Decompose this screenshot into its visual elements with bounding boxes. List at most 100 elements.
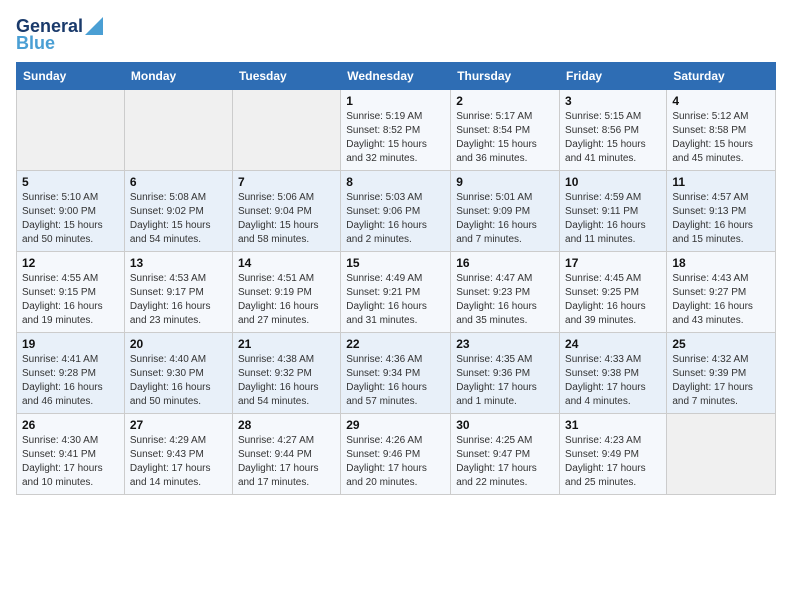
day-number: 4 <box>672 94 770 108</box>
day-cell: 29Sunrise: 4:26 AM Sunset: 9:46 PM Dayli… <box>341 414 451 495</box>
day-cell: 22Sunrise: 4:36 AM Sunset: 9:34 PM Dayli… <box>341 333 451 414</box>
day-cell: 7 Sunrise: 5:06 AM Sunset: 9:04 PM Daylig… <box>232 171 340 252</box>
calendar-table: SundayMondayTuesdayWednesdayThursdayFrid… <box>16 62 776 495</box>
day-cell: 4 Sunrise: 5:12 AM Sunset: 8:58 PM Daylig… <box>667 90 776 171</box>
day-cell: 12Sunrise: 4:55 AM Sunset: 9:15 PM Dayli… <box>17 252 125 333</box>
day-info: Sunrise: 4:30 AM Sunset: 9:41 PM Dayligh… <box>22 434 119 490</box>
day-number: 14 <box>238 256 335 270</box>
day-number: 30 <box>456 418 554 432</box>
day-number: 11 <box>672 175 770 189</box>
day-number: 13 <box>130 256 227 270</box>
day-cell: 15 Sunrise: 4:49 AM Sunset: 9:21 PM Dayli… <box>341 252 451 333</box>
day-number: 24 <box>565 337 661 351</box>
day-number: 10 <box>565 175 661 189</box>
day-number: 7 <box>238 175 335 189</box>
day-info: Sunrise: 4:33 AM Sunset: 9:38 PM Dayligh… <box>565 353 661 409</box>
day-number: 22 <box>346 337 445 351</box>
day-number: 6 <box>130 175 227 189</box>
day-cell: 1Sunrise: 5:19 AM Sunset: 8:52 PM Daylig… <box>341 90 451 171</box>
day-info: Sunrise: 4:55 AM Sunset: 9:15 PM Dayligh… <box>22 272 119 328</box>
header-cell-tuesday: Tuesday <box>232 63 340 90</box>
day-number: 25 <box>672 337 770 351</box>
calendar-header: SundayMondayTuesdayWednesdayThursdayFrid… <box>17 63 776 90</box>
day-number: 5 <box>22 175 119 189</box>
week-row-3: 12Sunrise: 4:55 AM Sunset: 9:15 PM Dayli… <box>17 252 776 333</box>
day-cell <box>124 90 232 171</box>
day-number: 3 <box>565 94 661 108</box>
header-cell-thursday: Thursday <box>451 63 560 90</box>
day-cell: 25 Sunrise: 4:32 AM Sunset: 9:39 PM Dayli… <box>667 333 776 414</box>
day-number: 19 <box>22 337 119 351</box>
day-cell <box>232 90 340 171</box>
day-info: Sunrise: 4:57 AM Sunset: 9:13 PM Dayligh… <box>672 191 770 247</box>
day-number: 26 <box>22 418 119 432</box>
day-cell: 28Sunrise: 4:27 AM Sunset: 9:44 PM Dayli… <box>232 414 340 495</box>
day-cell: 2 Sunrise: 5:17 AM Sunset: 8:54 PM Daylig… <box>451 90 560 171</box>
day-info: Sunrise: 5:01 AM Sunset: 9:09 PM Dayligh… <box>456 191 554 247</box>
day-info: Sunrise: 5:19 AM Sunset: 8:52 PM Dayligh… <box>346 110 445 166</box>
day-number: 28 <box>238 418 335 432</box>
day-info: Sunrise: 4:32 AM Sunset: 9:39 PM Dayligh… <box>672 353 770 409</box>
header-row: SundayMondayTuesdayWednesdayThursdayFrid… <box>17 63 776 90</box>
day-cell: 6 Sunrise: 5:08 AM Sunset: 9:02 PM Daylig… <box>124 171 232 252</box>
day-cell: 14 Sunrise: 4:51 AM Sunset: 9:19 PM Dayli… <box>232 252 340 333</box>
day-info: Sunrise: 5:08 AM Sunset: 9:02 PM Dayligh… <box>130 191 227 247</box>
header-cell-friday: Friday <box>560 63 667 90</box>
day-info: Sunrise: 5:15 AM Sunset: 8:56 PM Dayligh… <box>565 110 661 166</box>
logo-triangle-icon <box>85 17 103 35</box>
day-info: Sunrise: 4:51 AM Sunset: 9:19 PM Dayligh… <box>238 272 335 328</box>
day-cell: 20 Sunrise: 4:40 AM Sunset: 9:30 PM Dayli… <box>124 333 232 414</box>
day-number: 18 <box>672 256 770 270</box>
day-cell: 16Sunrise: 4:47 AM Sunset: 9:23 PM Dayli… <box>451 252 560 333</box>
day-info: Sunrise: 4:47 AM Sunset: 9:23 PM Dayligh… <box>456 272 554 328</box>
logo: General Blue <box>16 16 103 54</box>
day-info: Sunrise: 4:53 AM Sunset: 9:17 PM Dayligh… <box>130 272 227 328</box>
day-cell: 13 Sunrise: 4:53 AM Sunset: 9:17 PM Dayli… <box>124 252 232 333</box>
day-info: Sunrise: 4:38 AM Sunset: 9:32 PM Dayligh… <box>238 353 335 409</box>
day-number: 9 <box>456 175 554 189</box>
week-row-5: 26 Sunrise: 4:30 AM Sunset: 9:41 PM Dayli… <box>17 414 776 495</box>
day-info: Sunrise: 5:17 AM Sunset: 8:54 PM Dayligh… <box>456 110 554 166</box>
logo-blue-text: Blue <box>16 33 55 54</box>
day-cell: 3 Sunrise: 5:15 AM Sunset: 8:56 PM Daylig… <box>560 90 667 171</box>
week-row-1: 1Sunrise: 5:19 AM Sunset: 8:52 PM Daylig… <box>17 90 776 171</box>
day-info: Sunrise: 4:43 AM Sunset: 9:27 PM Dayligh… <box>672 272 770 328</box>
day-number: 31 <box>565 418 661 432</box>
day-cell <box>17 90 125 171</box>
day-number: 29 <box>346 418 445 432</box>
day-info: Sunrise: 4:49 AM Sunset: 9:21 PM Dayligh… <box>346 272 445 328</box>
day-cell: 8Sunrise: 5:03 AM Sunset: 9:06 PM Daylig… <box>341 171 451 252</box>
day-info: Sunrise: 5:12 AM Sunset: 8:58 PM Dayligh… <box>672 110 770 166</box>
day-info: Sunrise: 4:29 AM Sunset: 9:43 PM Dayligh… <box>130 434 227 490</box>
day-number: 2 <box>456 94 554 108</box>
header-cell-wednesday: Wednesday <box>341 63 451 90</box>
day-info: Sunrise: 4:59 AM Sunset: 9:11 PM Dayligh… <box>565 191 661 247</box>
day-cell: 10 Sunrise: 4:59 AM Sunset: 9:11 PM Dayli… <box>560 171 667 252</box>
day-cell: 31 Sunrise: 4:23 AM Sunset: 9:49 PM Dayli… <box>560 414 667 495</box>
week-row-2: 5Sunrise: 5:10 AM Sunset: 9:00 PM Daylig… <box>17 171 776 252</box>
day-cell: 5Sunrise: 5:10 AM Sunset: 9:00 PM Daylig… <box>17 171 125 252</box>
day-info: Sunrise: 4:40 AM Sunset: 9:30 PM Dayligh… <box>130 353 227 409</box>
day-number: 20 <box>130 337 227 351</box>
day-number: 15 <box>346 256 445 270</box>
day-number: 8 <box>346 175 445 189</box>
day-info: Sunrise: 4:23 AM Sunset: 9:49 PM Dayligh… <box>565 434 661 490</box>
day-info: Sunrise: 4:41 AM Sunset: 9:28 PM Dayligh… <box>22 353 119 409</box>
header-cell-monday: Monday <box>124 63 232 90</box>
day-cell: 9 Sunrise: 5:01 AM Sunset: 9:09 PM Daylig… <box>451 171 560 252</box>
page-header: General Blue <box>16 16 776 54</box>
day-cell: 11 Sunrise: 4:57 AM Sunset: 9:13 PM Dayli… <box>667 171 776 252</box>
day-cell: 23 Sunrise: 4:35 AM Sunset: 9:36 PM Dayli… <box>451 333 560 414</box>
week-row-4: 19 Sunrise: 4:41 AM Sunset: 9:28 PM Dayli… <box>17 333 776 414</box>
day-cell <box>667 414 776 495</box>
header-cell-sunday: Sunday <box>17 63 125 90</box>
day-cell: 27Sunrise: 4:29 AM Sunset: 9:43 PM Dayli… <box>124 414 232 495</box>
day-info: Sunrise: 4:25 AM Sunset: 9:47 PM Dayligh… <box>456 434 554 490</box>
day-cell: 21Sunrise: 4:38 AM Sunset: 9:32 PM Dayli… <box>232 333 340 414</box>
day-cell: 26 Sunrise: 4:30 AM Sunset: 9:41 PM Dayli… <box>17 414 125 495</box>
day-number: 17 <box>565 256 661 270</box>
day-info: Sunrise: 5:06 AM Sunset: 9:04 PM Dayligh… <box>238 191 335 247</box>
day-number: 23 <box>456 337 554 351</box>
day-info: Sunrise: 4:35 AM Sunset: 9:36 PM Dayligh… <box>456 353 554 409</box>
day-cell: 17Sunrise: 4:45 AM Sunset: 9:25 PM Dayli… <box>560 252 667 333</box>
